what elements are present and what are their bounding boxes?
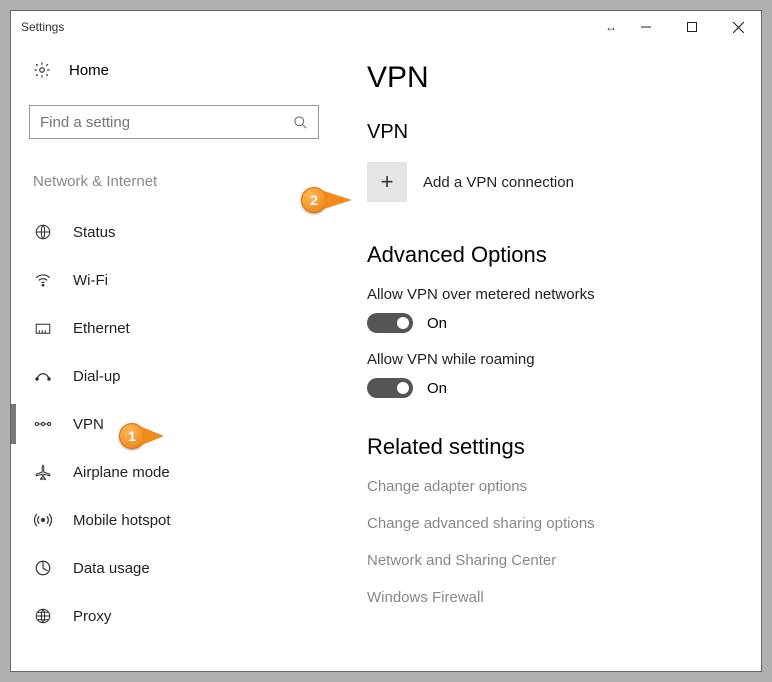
- wifi-icon: [33, 271, 53, 289]
- sidebar-item-label: Airplane mode: [73, 464, 170, 481]
- toggle-state-label: On: [427, 380, 447, 397]
- link-network-sharing-center[interactable]: Network and Sharing Center: [367, 552, 737, 569]
- home-button[interactable]: Home: [29, 61, 331, 79]
- sidebar-item-airplane[interactable]: Airplane mode: [29, 448, 331, 496]
- search-box[interactable]: [29, 105, 319, 139]
- related-heading: Related settings: [367, 434, 737, 460]
- search-icon: [293, 115, 308, 130]
- plus-icon: +: [367, 162, 407, 202]
- sidebar-item-label: Status: [73, 224, 116, 241]
- status-icon: [33, 223, 53, 241]
- settings-window: Settings ↔ Home: [10, 10, 762, 672]
- maximize-icon: [687, 22, 697, 32]
- window-title: Settings: [21, 20, 64, 34]
- link-adapter-options[interactable]: Change adapter options: [367, 478, 737, 495]
- search-input[interactable]: [40, 114, 293, 131]
- page-title: VPN: [367, 61, 737, 95]
- window-controls: ↔: [605, 11, 761, 43]
- sidebar-item-status[interactable]: Status: [29, 208, 331, 256]
- setting-roaming: Allow VPN while roaming On: [367, 351, 737, 398]
- minimize-icon: [641, 22, 651, 32]
- ethernet-icon: [33, 319, 53, 337]
- datausage-icon: [33, 559, 53, 577]
- maximize-button[interactable]: [669, 11, 715, 43]
- add-vpn-button[interactable]: + Add a VPN connection: [367, 162, 737, 202]
- sidebar-item-hotspot[interactable]: Mobile hotspot: [29, 496, 331, 544]
- sidebar: Home Network & Internet Status Wi-Fi: [11, 43, 331, 671]
- sidebar-item-vpn[interactable]: VPN: [29, 400, 331, 448]
- airplane-icon: [33, 463, 53, 481]
- sidebar-item-dialup[interactable]: Dial-up: [29, 352, 331, 400]
- toggle-metered[interactable]: [367, 313, 413, 333]
- sidebar-item-label: Mobile hotspot: [73, 512, 171, 529]
- sidebar-item-ethernet[interactable]: Ethernet: [29, 304, 331, 352]
- setting-metered: Allow VPN over metered networks On: [367, 286, 737, 333]
- toggle-roaming[interactable]: [367, 378, 413, 398]
- sidebar-item-wifi[interactable]: Wi-Fi: [29, 256, 331, 304]
- category-label: Network & Internet: [29, 173, 331, 190]
- proxy-icon: [33, 607, 53, 625]
- home-label: Home: [69, 62, 109, 79]
- link-advanced-sharing[interactable]: Change advanced sharing options: [367, 515, 737, 532]
- resize-arrow-icon: ↔: [605, 11, 623, 43]
- add-vpn-label: Add a VPN connection: [423, 174, 574, 191]
- close-button[interactable]: [715, 11, 761, 43]
- sidebar-item-label: Data usage: [73, 560, 150, 577]
- sidebar-item-label: Ethernet: [73, 320, 130, 337]
- sidebar-item-label: VPN: [73, 416, 104, 433]
- dialup-icon: [33, 369, 53, 383]
- link-windows-firewall[interactable]: Windows Firewall: [367, 589, 737, 606]
- main-pane: VPN VPN + Add a VPN connection Advanced …: [331, 43, 761, 671]
- minimize-button[interactable]: [623, 11, 669, 43]
- titlebar: Settings ↔: [11, 11, 761, 43]
- setting-label: Allow VPN while roaming: [367, 351, 737, 368]
- advanced-heading: Advanced Options: [367, 242, 737, 268]
- sidebar-item-proxy[interactable]: Proxy: [29, 592, 331, 640]
- toggle-state-label: On: [427, 315, 447, 332]
- sidebar-item-datausage[interactable]: Data usage: [29, 544, 331, 592]
- gear-icon: [33, 61, 51, 79]
- section-title: VPN: [367, 121, 737, 144]
- sidebar-item-label: Proxy: [73, 608, 111, 625]
- hotspot-icon: [33, 511, 53, 529]
- close-icon: [733, 22, 744, 33]
- setting-label: Allow VPN over metered networks: [367, 286, 737, 303]
- sidebar-item-label: Wi-Fi: [73, 272, 108, 289]
- vpn-icon: [33, 417, 53, 431]
- sidebar-item-label: Dial-up: [73, 368, 121, 385]
